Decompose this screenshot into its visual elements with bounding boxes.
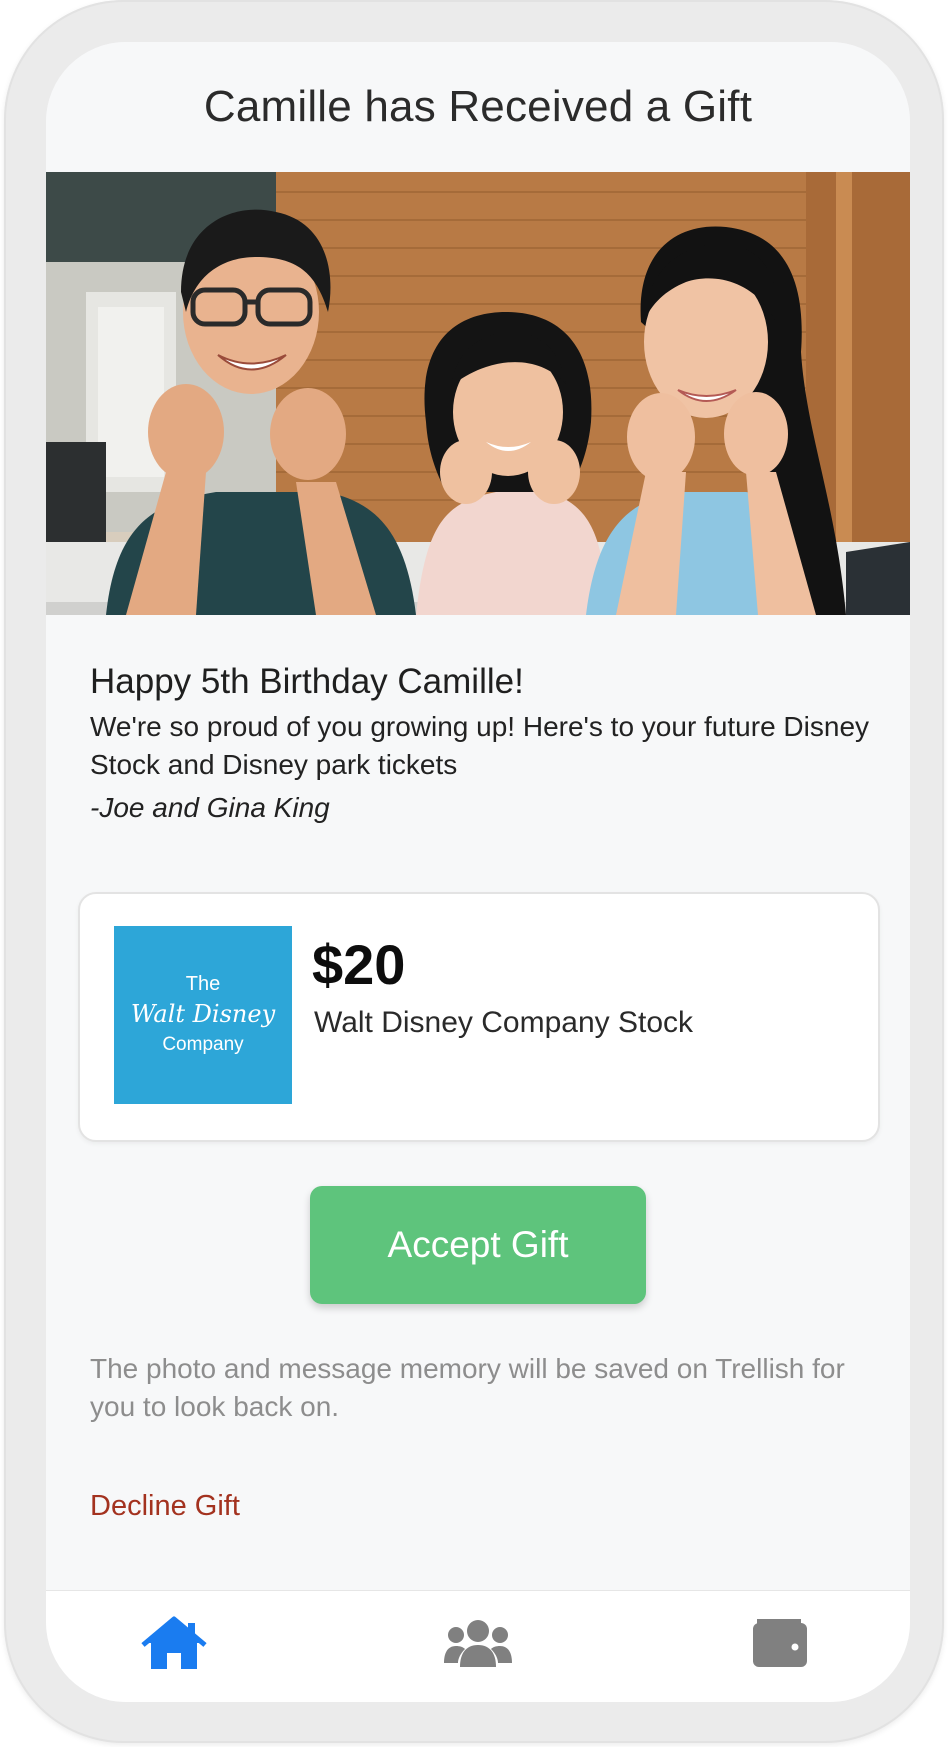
logo-line-2: Walt Disney [131, 1000, 276, 1028]
gift-photo [46, 172, 910, 615]
accept-gift-button[interactable]: Accept Gift [310, 1186, 646, 1304]
app-screen: Camille has Received a Gift Happy 5th Bi… [46, 42, 910, 1702]
gift-message: Happy 5th Birthday Camille! We're so pro… [90, 662, 870, 824]
logo-line-3: Company [162, 1034, 244, 1055]
gift-card: The Walt Disney Company $20 Walt Disney … [78, 892, 880, 1142]
memory-note: The photo and message memory will be sav… [90, 1353, 845, 1422]
gift-stock-name: Walt Disney Company Stock [314, 1006, 694, 1039]
tab-wallet[interactable] [740, 1603, 820, 1683]
tab-home[interactable] [134, 1603, 214, 1683]
bottom-tab-bar [46, 1590, 910, 1702]
disney-logo: The Walt Disney Company [114, 926, 292, 1104]
gift-amount: $20 [312, 933, 406, 996]
header: Camille has Received a Gift [46, 42, 910, 172]
message-body: We're so proud of you growing up! Here's… [90, 711, 870, 780]
page-title: Camille has Received a Gift [203, 82, 753, 131]
phone-frame: Camille has Received a Gift Happy 5th Bi… [4, 0, 944, 1743]
disney-logo-icon: The Walt Disney Company [131, 973, 276, 1055]
people-icon [444, 1620, 512, 1667]
message-title: Happy 5th Birthday Camille! [90, 662, 524, 701]
decline-gift-link[interactable]: Decline Gift [90, 1490, 240, 1523]
tab-people[interactable] [438, 1603, 518, 1683]
logo-line-1: The [186, 973, 220, 995]
family-photo-image [46, 172, 910, 615]
wallet-icon [753, 1619, 807, 1667]
message-signature: -Joe and Gina King [90, 792, 330, 823]
home-icon [141, 1616, 207, 1669]
